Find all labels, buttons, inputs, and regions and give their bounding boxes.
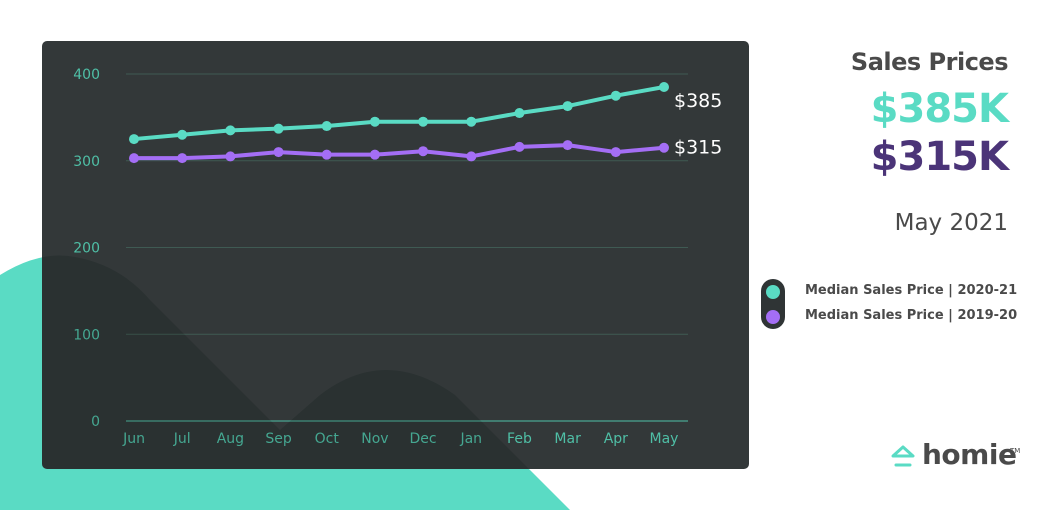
x-tick-label: Nov <box>361 431 388 447</box>
end-value-label: $315 <box>674 137 722 159</box>
chart-title: Sales Prices <box>850 48 1009 76</box>
data-point <box>129 153 139 164</box>
legend-marker <box>761 279 785 329</box>
x-tick-label: Dec <box>410 431 437 447</box>
legend-dot-2019-20 <box>766 310 780 324</box>
logo-text: homie <box>922 438 1017 471</box>
legend-item-2020-21: Median Sales Price | 2020-21 <box>805 283 1018 298</box>
gridlines <box>126 73 688 422</box>
data-point <box>369 116 380 127</box>
y-tick-label: 400 <box>73 67 100 83</box>
data-point <box>466 116 477 127</box>
data-point <box>514 108 525 119</box>
x-tick-label: Sep <box>265 431 292 447</box>
data-point <box>610 90 621 101</box>
x-axis-ticks: Jun Jul Aug Sep Oct Nov Dec Jan Feb Mar Apr May <box>122 431 678 447</box>
data-point <box>225 151 236 162</box>
x-tick-label: May <box>650 431 679 447</box>
previous-value: $315K <box>870 134 1009 180</box>
x-tick-label: Jun <box>122 431 145 447</box>
series-lines <box>129 82 669 164</box>
line-chart: 0 100 200 300 400 Jun Jul Aug Sep Oct Nov Dec Jan Fe… <box>73 67 722 447</box>
data-point <box>129 134 139 145</box>
data-point <box>273 147 284 158</box>
data-point <box>418 116 429 127</box>
x-tick-label: Mar <box>554 431 581 447</box>
data-point <box>659 82 669 93</box>
series-line-2 <box>134 143 665 161</box>
end-value-label: $385 <box>674 90 722 112</box>
y-tick-label: 0 <box>91 414 100 430</box>
x-tick-label: Apr <box>604 431 628 447</box>
x-tick-label: Aug <box>217 431 244 447</box>
y-tick-label: 300 <box>73 154 100 170</box>
x-tick-label: Jan <box>459 431 482 447</box>
data-point <box>225 125 236 136</box>
legend-item-2019-20: Median Sales Price | 2019-20 <box>805 308 1018 323</box>
house-icon <box>891 445 915 467</box>
data-point <box>466 151 477 162</box>
legend-dot-2020-21 <box>766 285 780 299</box>
trademark: TM <box>1010 447 1021 455</box>
data-point <box>514 141 525 152</box>
end-labels: $385 $315 <box>674 90 722 159</box>
series-line-1 <box>133 85 665 142</box>
data-point <box>418 146 429 157</box>
y-tick-label: 200 <box>73 241 100 257</box>
y-axis-ticks: 0 100 200 300 400 <box>73 67 100 430</box>
data-point <box>659 142 669 153</box>
period-label: May 2021 <box>894 210 1008 236</box>
data-point <box>369 149 380 160</box>
x-tick-label: Jul <box>173 431 191 447</box>
data-point <box>321 121 332 132</box>
x-tick-label: Feb <box>507 431 532 447</box>
x-tick-label: Oct <box>315 431 340 447</box>
data-point <box>321 149 332 160</box>
data-point <box>562 140 573 151</box>
data-point <box>177 129 188 140</box>
data-point <box>610 147 621 158</box>
data-point <box>177 153 188 164</box>
y-tick-label: 100 <box>73 327 100 343</box>
data-point <box>562 101 573 112</box>
current-value: $385K <box>870 86 1009 132</box>
data-point <box>273 123 284 134</box>
